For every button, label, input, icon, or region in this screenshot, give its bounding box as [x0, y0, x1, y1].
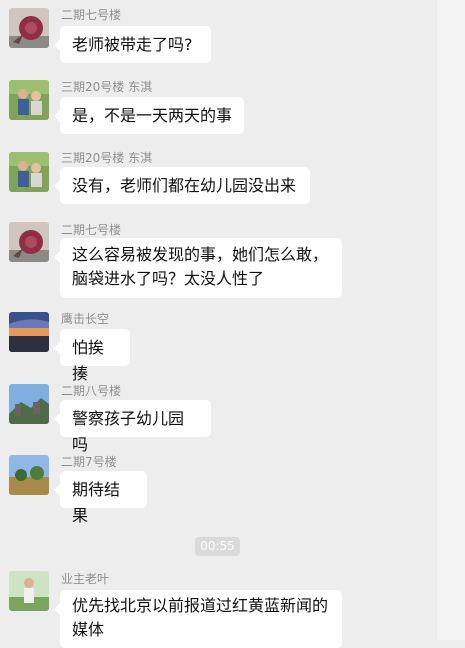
chat-message: 二期八号楼 警察孩子幼儿园吗 — [0, 378, 437, 454]
message-line: 脑袋进水了吗？太没人性了 — [72, 269, 265, 288]
message-bubble[interactable]: 没有，老师们都在幼儿园没出来 — [54, 167, 310, 204]
message-bubble[interactable]: 期待结果 — [54, 471, 147, 525]
family-photo-avatar[interactable] — [9, 80, 49, 120]
right-scroll-strip — [437, 0, 465, 640]
message-line: 媒体 — [72, 620, 105, 639]
message-line: 这么容易被发现的事，她们怎么敢， — [72, 245, 329, 264]
message-bubble[interactable]: 这么容易被发现的事，她们怎么敢， 脑袋进水了吗？太没人性了 — [54, 238, 342, 298]
flower-avatar[interactable] — [9, 222, 49, 262]
chat-message: 二期7号楼 期待结果 — [0, 450, 437, 525]
person-outdoor-avatar[interactable] — [9, 571, 49, 611]
message-bubble[interactable]: 老师被带走了吗? — [54, 26, 211, 63]
landscape-avatar[interactable] — [9, 455, 49, 495]
chat-message: 二期七号楼 这么容易被发现的事，她们怎么敢， 脑袋进水了吗？太没人性了 — [0, 214, 437, 306]
message-bubble[interactable]: 优先找北京以前报道过红黄蓝新闻的 媒体 — [54, 590, 342, 648]
sender-name: 鹰击长空 — [61, 312, 110, 326]
sender-name: 二期7号楼 — [61, 455, 117, 469]
sender-name: 三期20号楼 东淇 — [61, 80, 153, 94]
sender-name: 二期八号楼 — [61, 384, 122, 398]
message-bubble[interactable]: 警察孩子幼儿园吗 — [54, 400, 211, 454]
chat-message: 业主老叶 优先找北京以前报道过红黄蓝新闻的 媒体 — [0, 566, 437, 648]
family-photo-avatar[interactable] — [9, 152, 49, 192]
sender-name: 二期七号楼 — [61, 8, 122, 22]
sunset-sky-avatar[interactable] — [9, 312, 49, 352]
sender-name: 二期七号楼 — [61, 223, 122, 237]
chat-message: 三期20号楼 东淇 是，不是一天两天的事 — [0, 70, 437, 142]
sender-name: 三期20号楼 东淇 — [61, 151, 153, 165]
message-bubble[interactable]: 怕挨揍 — [54, 329, 130, 383]
chat-message: 二期七号楼 老师被带走了吗? — [0, 0, 437, 70]
message-bubble[interactable]: 是，不是一天两天的事 — [54, 97, 244, 134]
great-wall-avatar[interactable] — [9, 384, 49, 424]
chat-message: 三期20号楼 东淇 没有，老师们都在幼儿园没出来 — [0, 142, 437, 214]
sender-name: 业主老叶 — [61, 572, 110, 586]
message-line: 优先找北京以前报道过红黄蓝新闻的 — [72, 596, 329, 615]
timestamp-chip: 00:55 — [195, 537, 240, 556]
chat-message: 鹰击长空 怕挨揍 — [0, 306, 437, 383]
flower-avatar[interactable] — [9, 8, 49, 48]
